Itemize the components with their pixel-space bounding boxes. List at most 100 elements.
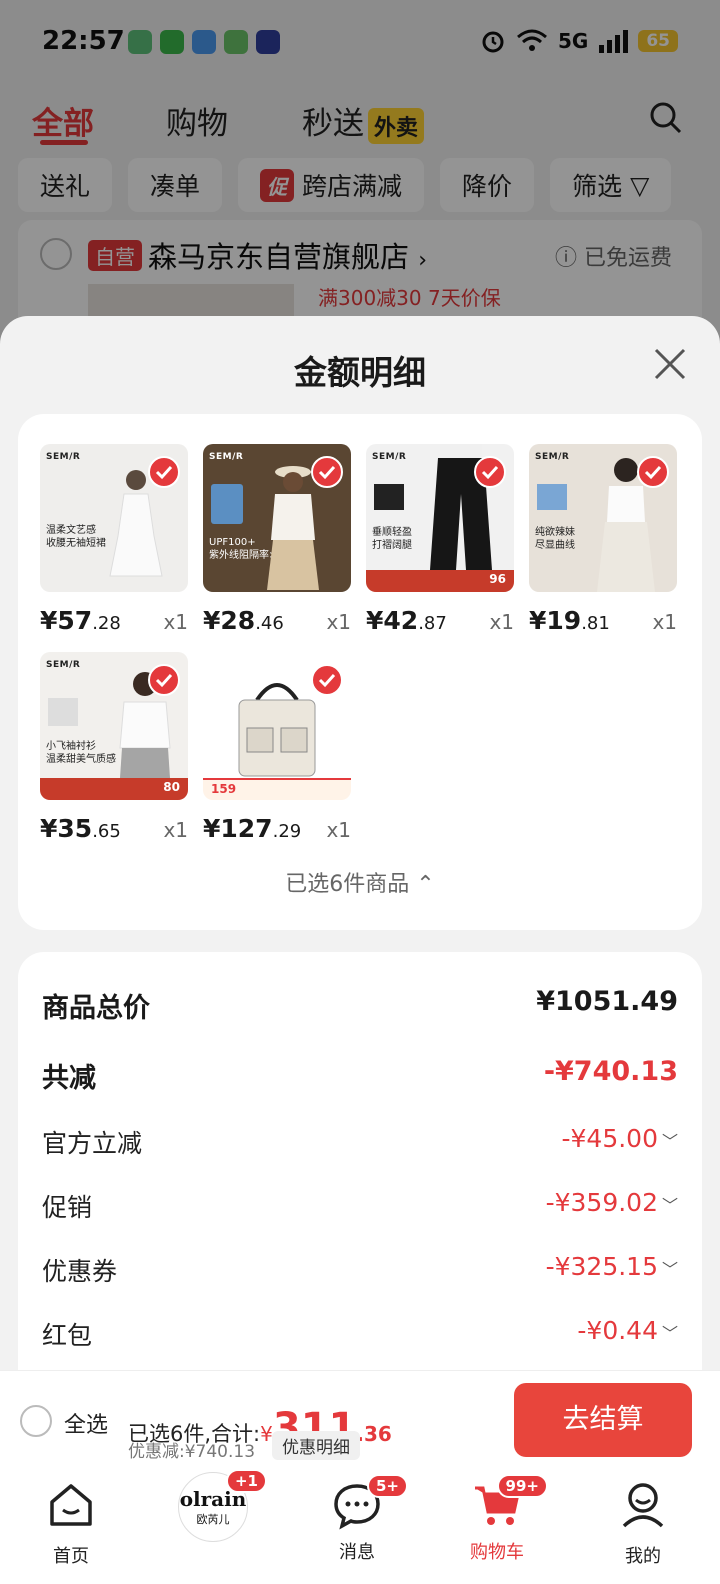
item-brand: SEM/R (46, 452, 81, 462)
reduce-value: -¥740.13 (543, 1056, 678, 1087)
item-brand: SEM/R (535, 452, 570, 462)
row-label: 官方立减 (42, 1129, 143, 1158)
reduce-label: 共减 (42, 1063, 96, 1094)
band-price: 159 (211, 782, 237, 796)
item-price: ¥57.28 (40, 606, 121, 635)
price-band: 96 (366, 570, 514, 592)
row-label: 优惠券 (42, 1257, 118, 1286)
price-dec: .87 (418, 613, 447, 634)
checked-icon (311, 664, 343, 696)
bag-figure (238, 683, 316, 777)
tab-label: 购物车 (470, 1542, 524, 1563)
item-caption: 小飞袖衬衫 温柔甜美气质感 (46, 741, 116, 765)
item-price-row: ¥35.65 x1 (40, 812, 188, 852)
checked-icon (311, 456, 343, 488)
price-int: ¥28 (203, 606, 256, 635)
price-int: ¥127 (203, 814, 273, 843)
item-price-row: ¥28.46 x1 (203, 604, 351, 644)
select-all-radio[interactable] (20, 1405, 52, 1437)
price-dec: .29 (272, 821, 302, 842)
band-price: 80 (163, 780, 180, 794)
tab-home[interactable]: 首页 (16, 1480, 126, 1568)
selected-count-toggle[interactable]: 已选6件商品 ⌃ (18, 866, 702, 898)
sheet-title: 金额明细 (294, 353, 426, 392)
cart-item[interactable]: SEM/R 纯欲辣妹 尽显曲线 ¥19.81 x1 (529, 444, 677, 644)
item-thumbnail: 159 (203, 652, 351, 800)
fabric-swatch (374, 484, 404, 510)
row-label: 红包 (42, 1321, 93, 1350)
item-caption: 垂顺轻盈 打褶阔腿 (372, 527, 412, 551)
item-price: ¥42.87 (366, 606, 447, 635)
item-qty: x1 (652, 610, 677, 634)
checked-icon (474, 456, 506, 488)
cart-item[interactable]: SEM/R 小飞袖衬衫 温柔甜美气质感 80 ¥35.65 x1 (40, 652, 188, 852)
tab-me[interactable]: 我的 (588, 1480, 698, 1568)
row-amount: -¥0.44 (577, 1316, 658, 1345)
cart-item[interactable]: SEM/R 垂顺轻盈 打褶阔腿 96 ¥42.87 x1 (366, 444, 514, 644)
item-qty: x1 (163, 818, 188, 842)
notification-badge: 99+ (496, 1474, 548, 1498)
item-qty: x1 (163, 610, 188, 634)
tab-store-olrain[interactable]: olrain 欧芮儿 +1 (158, 1469, 268, 1542)
item-price-row: ¥127.29 x1 (203, 812, 351, 852)
profile-icon (622, 1483, 664, 1528)
checked-icon (637, 456, 669, 488)
tab-label: 首页 (53, 1546, 89, 1567)
price-dec: .65 (92, 821, 121, 842)
fabric-swatch (211, 484, 243, 524)
item-caption: 纯欲辣妹 尽显曲线 (535, 527, 575, 551)
logo-subtext: 欧芮儿 (196, 1513, 230, 1526)
olrain-logo: olrain 欧芮儿 +1 (178, 1469, 267, 1542)
fabric-swatch (537, 484, 567, 510)
band-price: 96 (489, 572, 506, 586)
modal-overlay[interactable] (0, 0, 720, 330)
chevron-down-icon: ﹀ (661, 1260, 678, 1279)
chevron-down-icon: ﹀ (661, 1324, 678, 1343)
price-dec: .81 (581, 613, 610, 634)
price-dec: .28 (92, 613, 121, 634)
row-amount: -¥359.02 (545, 1188, 658, 1217)
item-caption: 温柔文艺感 收腰无袖短裙 (46, 525, 106, 549)
price-dec: .46 (255, 613, 284, 634)
price-band: 159 (203, 778, 351, 800)
item-qty: x1 (326, 610, 351, 634)
item-qty: x1 (489, 610, 514, 634)
notification-badge: +1 (225, 1469, 267, 1493)
total-currency: ¥ (260, 1422, 273, 1446)
item-thumbnail: SEM/R 小飞袖衬衫 温柔甜美气质感 80 (40, 652, 188, 800)
close-icon[interactable] (652, 346, 688, 382)
cart-item[interactable]: SEM/R 温柔文艺感 收腰无袖短裙 ¥57.28 x1 (40, 444, 188, 644)
total-label: 商品总价 (42, 993, 150, 1024)
row-value: -¥0.44 ﹀ (577, 1316, 678, 1345)
bottom-tab-bar: 首页 olrain 欧芮儿 +1 5+ 消息 99+ 购物车 我的 (0, 1469, 720, 1584)
message-icon-wrap: 5+ (332, 1474, 408, 1530)
item-thumbnail: SEM/R UPF100+ 紫外线阻隔率>95% (203, 444, 351, 592)
tab-messages[interactable]: 5+ 消息 (302, 1474, 412, 1564)
item-brand: SEM/R (209, 452, 244, 462)
tab-label: 我的 (625, 1546, 661, 1567)
item-price-row: ¥42.87 x1 (366, 604, 514, 644)
tab-cart[interactable]: 99+ 购物车 (442, 1474, 552, 1564)
item-brand: SEM/R (372, 452, 407, 462)
item-price: ¥28.46 (203, 606, 284, 635)
checkout-bar: 全选 已选6件,合计:¥311.36 优惠减:¥740.13 优惠明细 去结算 (0, 1370, 720, 1470)
cart-item[interactable]: SEM/R UPF100+ 紫外线阻隔率>95% ¥28.46 x1 (203, 444, 351, 644)
price-band: 80 (40, 778, 188, 800)
item-price-row: ¥57.28 x1 (40, 604, 188, 644)
select-all-label[interactable]: 全选 (64, 1407, 108, 1439)
notification-badge: 5+ (366, 1474, 408, 1498)
selected-items-card: SEM/R 温柔文艺感 收腰无袖短裙 ¥57.28 x1 SEM/R UPF10… (18, 414, 702, 930)
item-thumbnail: SEM/R 垂顺轻盈 打褶阔腿 96 (366, 444, 514, 592)
checked-icon (148, 456, 180, 488)
home-icon (50, 1484, 92, 1526)
checkout-button[interactable]: 去结算 (514, 1383, 692, 1457)
price-int: ¥42 (366, 606, 419, 635)
row-amount: -¥45.00 (561, 1124, 658, 1153)
chevron-down-icon: ﹀ (661, 1196, 678, 1215)
cart-item[interactable]: 159 ¥127.29 x1 (203, 652, 351, 852)
item-thumbnail: SEM/R 纯欲辣妹 尽显曲线 (529, 444, 677, 592)
discount-detail-button[interactable]: 优惠明细 (272, 1431, 360, 1460)
row-label: 促销 (42, 1193, 93, 1222)
total-dec: .36 (356, 1422, 392, 1446)
total-value: ¥1051.49 (536, 986, 678, 1017)
